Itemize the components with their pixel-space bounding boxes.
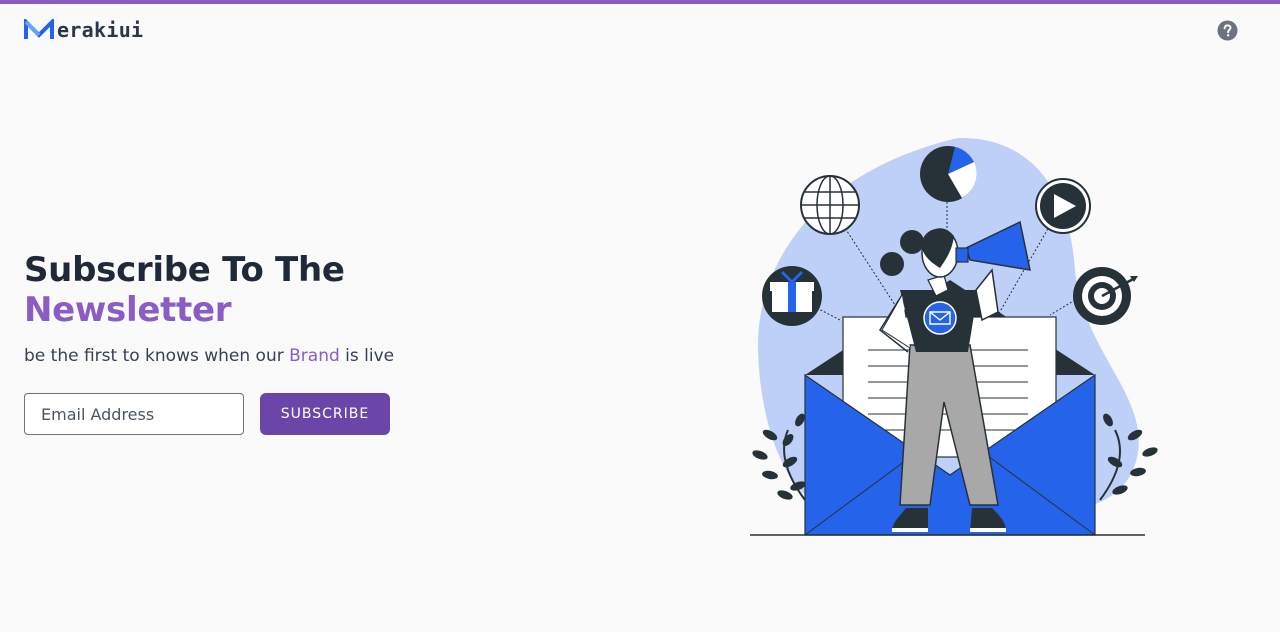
subscribe-button[interactable]: SUBSCRIBE bbox=[260, 393, 390, 435]
header: erakiui bbox=[24, 18, 1256, 44]
target-icon bbox=[1073, 267, 1138, 325]
title-line-1: Subscribe To The bbox=[24, 250, 345, 290]
hero: Subscribe To The Newsletter be the first… bbox=[24, 250, 444, 435]
title-line-2: Newsletter bbox=[24, 290, 232, 330]
subtitle-suffix: is live bbox=[339, 346, 395, 366]
subtitle: be the first to knows when our Brand is … bbox=[24, 346, 444, 366]
question-circle-icon[interactable] bbox=[1217, 20, 1238, 41]
page-title: Subscribe To The Newsletter bbox=[24, 250, 444, 330]
subtitle-prefix: be the first to knows when our bbox=[24, 346, 290, 366]
subtitle-brand: Brand bbox=[289, 346, 340, 366]
logo-text: erakiui bbox=[57, 18, 144, 42]
play-icon bbox=[1035, 178, 1091, 234]
gift-icon bbox=[762, 266, 822, 326]
pie-chart-icon bbox=[920, 146, 977, 202]
globe-icon bbox=[800, 175, 860, 235]
newsletter-illustration bbox=[750, 137, 1158, 536]
top-accent-bar bbox=[0, 0, 1280, 4]
logo[interactable]: erakiui bbox=[24, 18, 143, 42]
merakiui-logo-icon bbox=[24, 19, 54, 39]
email-input[interactable] bbox=[24, 393, 244, 435]
subscribe-form: SUBSCRIBE bbox=[24, 393, 444, 435]
